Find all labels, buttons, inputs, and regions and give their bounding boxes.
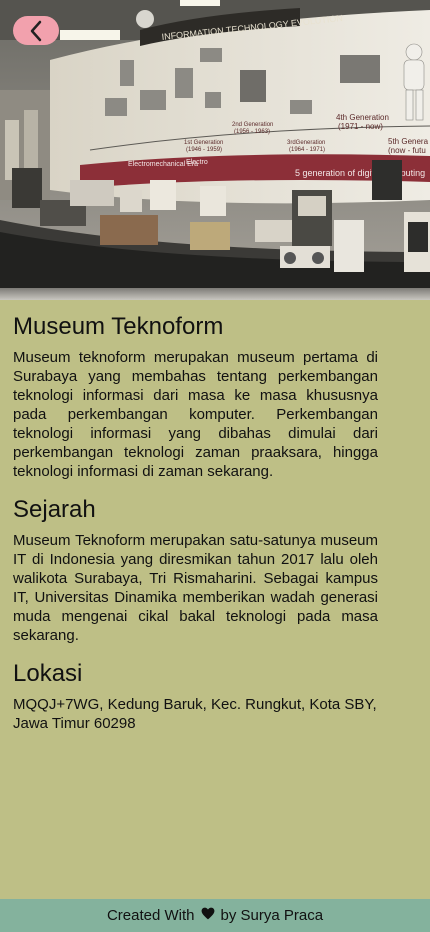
gen-3-years: (1964 - 1971) bbox=[289, 147, 325, 153]
gen-5-label: 5th Genera bbox=[388, 137, 429, 146]
back-button[interactable] bbox=[13, 16, 59, 45]
section-location: Lokasi MQQJ+7WG, Kedung Baruk, Kec. Rung… bbox=[13, 659, 378, 733]
gen-1-label: 1st Generation bbox=[184, 140, 223, 146]
era-label-2: Electro bbox=[186, 159, 208, 166]
footer-suffix: by Surya Praca bbox=[220, 907, 324, 924]
hero-image: INFORMATION TECHNOLOGY EVOLUTION 1st Gen… bbox=[0, 0, 430, 300]
gen-4-years: (1971 - now) bbox=[338, 122, 383, 131]
footer-prefix: Created With bbox=[106, 907, 195, 924]
gen-2-years: (1956 - 1963) bbox=[234, 129, 270, 135]
chevron-left-icon bbox=[30, 20, 42, 41]
section-about: Museum Teknoform Museum teknoform merupa… bbox=[13, 312, 378, 481]
banner-bottom-text: 5 generation of digital computing bbox=[295, 168, 425, 178]
gen-3-label: 3rdGeneration bbox=[287, 140, 325, 146]
section-body-location: MQQJ+7WG, Kedung Baruk, Kec. Rungkut, Ko… bbox=[13, 696, 377, 732]
section-body-history: Museum Teknoform merupakan satu-satunya … bbox=[13, 532, 378, 644]
gen-2-label: 2nd Generation bbox=[232, 122, 273, 128]
content: Museum Teknoform Museum teknoform merupa… bbox=[13, 312, 378, 747]
gen-5-years: (now - futu bbox=[388, 146, 426, 155]
heart-icon bbox=[201, 907, 215, 924]
section-history: Sejarah Museum Teknoform merupakan satu-… bbox=[13, 495, 378, 645]
gen-4-label: 4th Generation bbox=[336, 113, 389, 122]
section-body-about: Museum teknoform merupakan museum pertam… bbox=[13, 349, 378, 480]
section-title-location: Lokasi bbox=[13, 660, 83, 687]
museum-photo: INFORMATION TECHNOLOGY EVOLUTION 1st Gen… bbox=[0, 0, 430, 300]
section-title-about: Museum Teknoform bbox=[13, 313, 224, 340]
footer: Created With by Surya Praca bbox=[0, 899, 430, 932]
section-title-history: Sejarah bbox=[13, 496, 96, 523]
gen-1-years: (1946 - 1959) bbox=[186, 147, 222, 153]
